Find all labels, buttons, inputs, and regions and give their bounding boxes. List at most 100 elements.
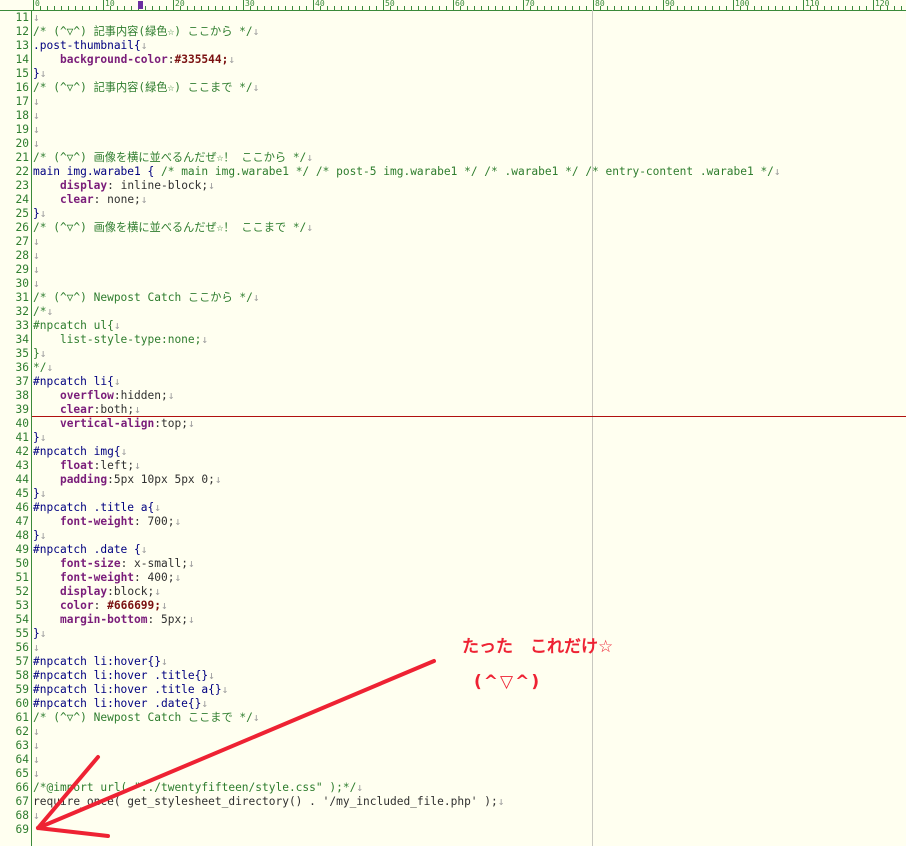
code-line[interactable]: 20 ↓ [0, 137, 906, 151]
code-line[interactable]: 25}↓ [0, 207, 906, 221]
code-line[interactable]: 63 ↓ [0, 739, 906, 753]
ruler-tick [705, 6, 706, 10]
code-line[interactable]: 52 display:block;↓ [0, 585, 906, 599]
ruler-tick [866, 6, 867, 10]
line-number: 31 [15, 291, 29, 304]
code-text: list-style-type:none;↓ [33, 333, 208, 347]
code-line[interactable]: 44 padding:5px 10px 5px 0;↓ [0, 473, 906, 487]
code-line[interactable]: 48}↓ [0, 529, 906, 543]
ruler-tick [131, 6, 132, 10]
code-line[interactable]: 21 /* (^▽^) 画像を横に並べるんだぜ☆！ ここから */↓ [0, 151, 906, 165]
line-end-marker: ↓ [252, 81, 260, 94]
code-line[interactable]: 43 float:left;↓ [0, 459, 906, 473]
code-line[interactable]: 13 .post-thumbnail{↓ [0, 39, 906, 53]
code-line[interactable]: 45}↓ [0, 487, 906, 501]
code-line[interactable]: 19 ↓ [0, 123, 906, 137]
code-line[interactable]: 17 ↓ [0, 95, 906, 109]
line-number: 35 [15, 347, 29, 360]
ruler-tick [75, 6, 76, 10]
code-line[interactable]: 51 font-weight: 400;↓ [0, 571, 906, 585]
ruler-tick [614, 6, 615, 10]
ruler-tick [124, 6, 125, 10]
line-end-marker: ↓ [174, 515, 182, 528]
code-line[interactable]: 28 ↓ [0, 249, 906, 263]
code-line[interactable]: 39 clear:both;↓ [0, 403, 906, 417]
code-line[interactable]: 60 #npcatch li:hover .date{}↓ [0, 697, 906, 711]
code-token: clear [59, 193, 94, 206]
code-line[interactable]: 58 #npcatch li:hover .title{}↓ [0, 669, 906, 683]
line-end-marker: ↓ [134, 403, 141, 416]
code-line[interactable]: 33 #npcatch ul{↓ [0, 319, 906, 333]
code-line[interactable]: 11 ↓ [0, 11, 906, 25]
code-line[interactable]: 26 /* (^▽^) 画像を横に並べるんだぜ☆！ ここまで */↓ [0, 221, 906, 235]
code-line[interactable]: 68 ↓ [0, 809, 906, 823]
code-text: ↓ [33, 249, 40, 263]
code-line[interactable]: 53 color: #666699;↓ [0, 599, 906, 613]
code-text: .post-thumbnail{↓ [33, 39, 148, 53]
line-number: 62 [15, 725, 29, 738]
line-number: 66 [15, 781, 29, 794]
code-line[interactable]: 46 #npcatch .title a{↓ [0, 501, 906, 515]
code-token: /* (^▽^) 画像を横に並べるんだぜ☆！ ここから */ [33, 151, 307, 164]
code-text: /* (^▽^) 記事内容(緑色☆) ここまで */↓ [33, 81, 259, 95]
line-end-marker: ↓ [356, 781, 364, 794]
code-line[interactable]: 16 /* (^▽^) 記事内容(緑色☆) ここまで */↓ [0, 81, 906, 95]
code-line[interactable]: 66 /*@import url( "../twentyfifteen/style… [0, 781, 906, 795]
code-line[interactable]: 30 ↓ [0, 277, 906, 291]
ruler-tick [488, 6, 489, 10]
code-line[interactable]: 38 overflow:hidden;↓ [0, 389, 906, 403]
code-token: require_once( get_stylesheet_directory()… [33, 795, 498, 808]
ruler-tick [54, 6, 55, 10]
ruler-label: 100 [735, 0, 750, 8]
ruler-tick [537, 6, 538, 10]
code-text: float:left;↓ [33, 459, 141, 473]
code-line[interactable]: 62 ↓ [0, 725, 906, 739]
code-line[interactable]: 41}↓ [0, 431, 906, 445]
code-text: /* (^▽^) 画像を横に並べるんだぜ☆！ ここから */↓ [33, 151, 313, 165]
code-line[interactable]: 54 margin-bottom: 5px;↓ [0, 613, 906, 627]
code-line[interactable]: 15}↓ [0, 67, 906, 81]
code-line[interactable]: 18 ↓ [0, 109, 906, 123]
code-line[interactable]: 31 /* (^▽^) Newpost Catch ここから */↓ [0, 291, 906, 305]
ruler-tick [47, 6, 48, 10]
code-line[interactable]: 37 #npcatch li{↓ [0, 375, 906, 389]
code-line[interactable]: 32 /*↓ [0, 305, 906, 319]
code-line[interactable]: 24 clear: none;↓ [0, 193, 906, 207]
code-line[interactable]: 42 #npcatch img{↓ [0, 445, 906, 459]
code-line[interactable]: 56 ↓ [0, 641, 906, 655]
code-token: #npcatch li:hover{} [33, 655, 161, 668]
line-end-marker: ↓ [306, 151, 314, 164]
code-line[interactable]: 59 #npcatch li:hover .title a{}↓ [0, 683, 906, 697]
code-line[interactable]: 50 font-size: x-small;↓ [0, 557, 906, 571]
code-editor[interactable]: 11 ↓ 12/* (^▽^) 記事内容(緑色☆) ここから */↓ 13 .post-… [0, 11, 906, 837]
code-line[interactable]: 29 ↓ [0, 263, 906, 277]
code-line[interactable]: 14 background-color:#335544;↓ [0, 53, 906, 67]
line-number: 51 [15, 571, 29, 584]
code-text: #npcatch li:hover .title{}↓ [33, 669, 215, 683]
code-token: } [33, 431, 40, 444]
code-line[interactable]: 27 ↓ [0, 235, 906, 249]
code-line[interactable]: 55}↓ [0, 627, 906, 641]
ruler-tick [782, 6, 783, 10]
code-line[interactable]: 64 ↓ [0, 753, 906, 767]
line-end-marker: ↓ [252, 291, 260, 304]
ruler-tick [397, 6, 398, 10]
code-line[interactable]: 67 require_once( get_stylesheet_directory… [0, 795, 906, 809]
code-line[interactable]: 34 list-style-type:none;↓ [0, 333, 906, 347]
code-line[interactable]: 47 font-weight: 700;↓ [0, 515, 906, 529]
line-number: 44 [15, 473, 29, 486]
code-line[interactable]: 69 [0, 823, 906, 837]
code-line[interactable]: 65 ↓ [0, 767, 906, 781]
code-text: }↓ [33, 67, 47, 81]
code-line[interactable]: 49 #npcatch .date {↓ [0, 543, 906, 557]
code-line[interactable]: 61 /* (^▽^) Newpost Catch ここまで */↓ [0, 711, 906, 725]
code-line[interactable]: 35}↓ [0, 347, 906, 361]
code-line[interactable]: 57 #npcatch li:hover{}↓ [0, 655, 906, 669]
code-line[interactable]: 23 display: inline-block;↓ [0, 179, 906, 193]
code-line[interactable]: 36 */↓ [0, 361, 906, 375]
code-text: /* (^▽^) 画像を横に並べるんだぜ☆！ ここまで */↓ [33, 221, 313, 235]
code-line[interactable]: 12 /* (^▽^) 記事内容(緑色☆) ここから */↓ [0, 25, 906, 39]
code-line[interactable]: 22 main img.warabe1 { /* main img.warabe1… [0, 165, 906, 179]
code-line[interactable]: 40 vertical-align:top;↓ [0, 417, 906, 431]
